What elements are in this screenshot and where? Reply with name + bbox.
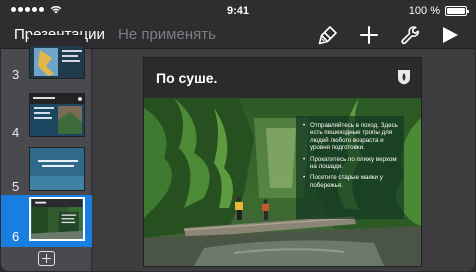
battery-percentage: 100 % <box>408 5 440 17</box>
status-right: 100 % <box>408 5 469 17</box>
slide-preview <box>29 147 85 191</box>
slide-number: 5 <box>12 179 20 194</box>
wrench-icon[interactable] <box>399 24 421 46</box>
battery-icon <box>445 6 469 16</box>
add-plus-icon[interactable] <box>358 24 380 46</box>
slide-number: 6 <box>12 229 20 244</box>
slide-thumbnail-3[interactable]: 3 <box>1 35 92 85</box>
bullet-list: Отправляйтесь в поход. Здесь есть пешехо… <box>296 116 404 189</box>
status-bar: 9:41 100 % <box>1 1 475 21</box>
add-slide-button[interactable] <box>38 251 55 266</box>
slide-thumbnail-6[interactable]: 6 <box>1 195 92 247</box>
bullet-item: Прокатитесь по пляжу верхом на лошади. <box>303 156 398 171</box>
slide-preview <box>29 197 85 241</box>
current-slide[interactable]: По суше. • Отправляйтесь в поход. Здесь … <box>144 58 421 266</box>
bullet-item: Посетите старые маяки у побережья. <box>303 174 398 189</box>
shield-logo-icon <box>397 69 411 85</box>
ipad-screen: 9:41 100 % Презентации Не применять 3 4 … <box>1 1 475 271</box>
slide-title[interactable]: По суше. <box>156 70 217 86</box>
bullet-text-box[interactable]: Отправляйтесь в поход. Здесь есть пешехо… <box>296 116 404 219</box>
slide-preview <box>29 93 85 137</box>
slide-navigator: 3 4 5 6 <box>1 35 92 271</box>
slide-preview <box>29 35 85 79</box>
bullet-item: Отправляйтесь в поход. Здесь есть пешехо… <box>303 122 398 152</box>
play-icon[interactable] <box>439 24 461 46</box>
slide-header: По суше. <box>144 58 421 98</box>
slide-thumbnail-4[interactable]: 4 <box>1 91 92 143</box>
slide-thumbnail-5[interactable]: 5 <box>1 145 92 197</box>
paintbrush-icon[interactable] <box>317 24 339 46</box>
slide-number: 3 <box>12 67 20 82</box>
status-time: 9:41 <box>226 5 250 17</box>
slide-number: 4 <box>12 125 20 140</box>
slide-canvas: По суше. • Отправляйтесь в поход. Здесь … <box>93 49 475 271</box>
undo-button[interactable]: Не применять <box>118 26 216 43</box>
